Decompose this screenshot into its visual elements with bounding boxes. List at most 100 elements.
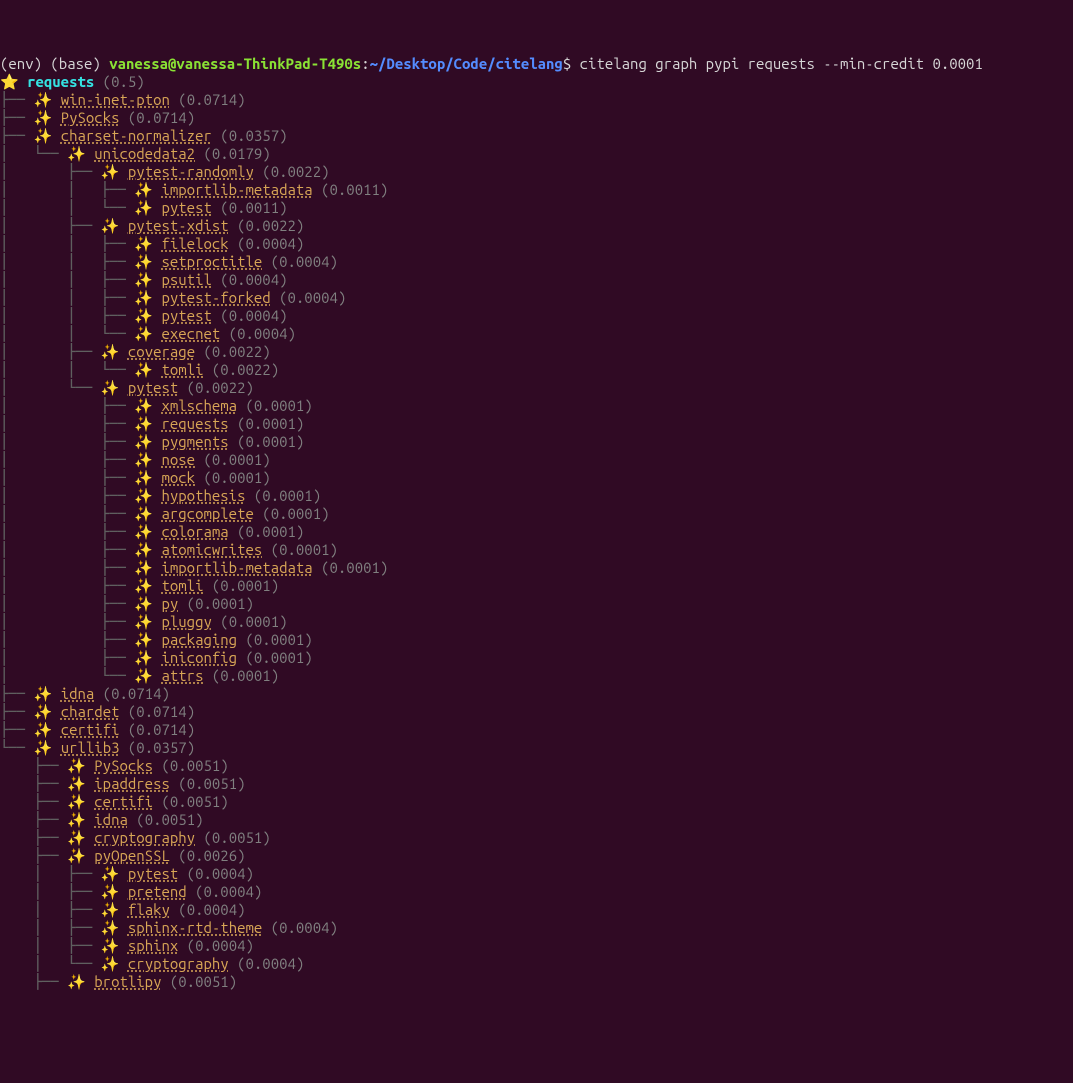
tree-branch: ├── [0,973,67,990]
sparkle-icon: ✨️ [134,271,161,288]
tree-branch: │ ├── [0,451,134,468]
package-name: cryptography [94,829,195,846]
sparkle-icon: ✨️ [67,757,94,774]
package-name: brotlipy [94,973,161,990]
package-name: pytest [161,199,211,216]
sparkle-icon: ✨️ [134,523,161,540]
sparkle-icon: ✨️ [101,919,128,936]
credit-value: (0.0004) [170,901,246,918]
tree-branch: │ ├── [0,649,134,666]
credit-value: (0.0001) [237,649,313,666]
tree-branch: │ │ └── [0,325,134,342]
tree-branch: │ ├── [0,217,101,234]
sparkle-icon: ✨️ [101,163,128,180]
package-name: pluggy [161,613,211,630]
credit-value: (0.0011) [313,181,389,198]
package-name: certifi [61,721,120,738]
credit-value: (0.0714) [120,703,196,720]
credit-value: (0.0051) [153,793,229,810]
package-name: sphinx-rtd-theme [128,919,262,936]
package-name: urllib3 [61,739,120,756]
tree-branch: ├── [0,109,34,126]
tree-branch: │ │ └── [0,361,134,378]
credit-value: (0.0001) [262,541,338,558]
tree-branch: │ ├── [0,541,134,558]
root-value: (0.5) [94,73,144,90]
credit-value: (0.0004) [220,325,296,342]
credit-value: (0.0001) [229,415,305,432]
tree-branch: │ ├── [0,883,101,900]
credit-value: (0.0001) [204,667,280,684]
sparkle-icon: ✨️ [134,451,161,468]
sparkle-icon: ✨️ [67,829,94,846]
credit-value: (0.0179) [195,145,271,162]
tree-branch: │ ├── [0,505,134,522]
package-name: pygments [161,433,228,450]
package-name: packaging [161,631,237,648]
sparkle-icon: ✨️ [34,91,61,108]
tree-branch: │ ├── [0,469,134,486]
package-name: setproctitle [161,253,262,270]
credit-value: (0.0022) [229,217,305,234]
root-line: ⭐️ requests (0.5) [0,73,145,90]
sparkle-icon: ✨️ [101,379,128,396]
package-name: xmlschema [161,397,237,414]
sparkle-icon: ✨️ [134,325,161,342]
package-name: unicodedata2 [94,145,195,162]
tree-branch: │ │ ├── [0,181,134,198]
colon: : [361,55,369,72]
package-name: mock [161,469,195,486]
credit-value: (0.0714) [120,721,196,738]
tree-branch: ├── [0,775,67,792]
package-name: pytest-xdist [128,217,229,234]
tree-branch: │ ├── [0,937,101,954]
credit-value: (0.0004) [212,307,288,324]
sparkle-icon: ✨️ [134,595,161,612]
tree-branch: │ │ ├── [0,253,134,270]
tree-branch: │ ├── [0,577,134,594]
sparkle-icon: ✨️ [101,937,128,954]
tree-branch: │ ├── [0,631,134,648]
tree-branch: │ ├── [0,559,134,576]
sparkle-icon: ✨️ [101,883,128,900]
root-package: requests [27,73,94,90]
sparkle-icon: ✨️ [34,739,61,756]
sparkle-icon: ✨️ [101,865,128,882]
tree-branch: │ └── [0,379,101,396]
package-name: py [161,595,178,612]
credit-value: (0.0001) [229,523,305,540]
sparkle-icon: ✨️ [67,793,94,810]
sparkle-icon: ✨️ [34,127,61,144]
tree-branch: │ ├── [0,523,134,540]
sparkle-icon: ✨️ [67,775,94,792]
package-name: importlib-metadata [161,181,312,198]
package-name: attrs [161,667,203,684]
sparkle-icon: ✨️ [134,181,161,198]
credit-value: (0.0001) [313,559,389,576]
sparkle-icon: ✨️ [101,217,128,234]
package-name: pytest [128,865,178,882]
tree-branch: ├── [0,703,34,720]
dependency-tree: ├── ✨️ win-inet-pton (0.0714) ├── ✨️ PyS… [0,91,388,990]
package-name: atomicwrites [161,541,262,558]
tree-branch: │ └── [0,145,67,162]
credit-value: (0.0051) [170,775,246,792]
tree-branch: │ └── [0,955,101,972]
tree-branch: │ │ ├── [0,235,134,252]
credit-value: (0.0004) [178,865,254,882]
package-name: importlib-metadata [161,559,312,576]
package-name: pytest [161,307,211,324]
tree-branch: ├── [0,811,67,828]
credit-value: (0.0357) [212,127,288,144]
sparkle-icon: ✨️ [134,613,161,630]
tree-branch: │ ├── [0,163,101,180]
credit-value: (0.0004) [262,253,338,270]
tree-branch: ├── [0,127,34,144]
tree-branch: │ ├── [0,613,134,630]
package-name: tomli [161,577,203,594]
tree-branch: │ │ ├── [0,289,134,306]
sparkle-icon: ✨️ [34,109,61,126]
terminal-output: (env) (base) vanessa@vanessa-ThinkPad-T4… [0,55,1073,991]
credit-value: (0.0011) [212,199,288,216]
tree-branch: │ │ ├── [0,271,134,288]
